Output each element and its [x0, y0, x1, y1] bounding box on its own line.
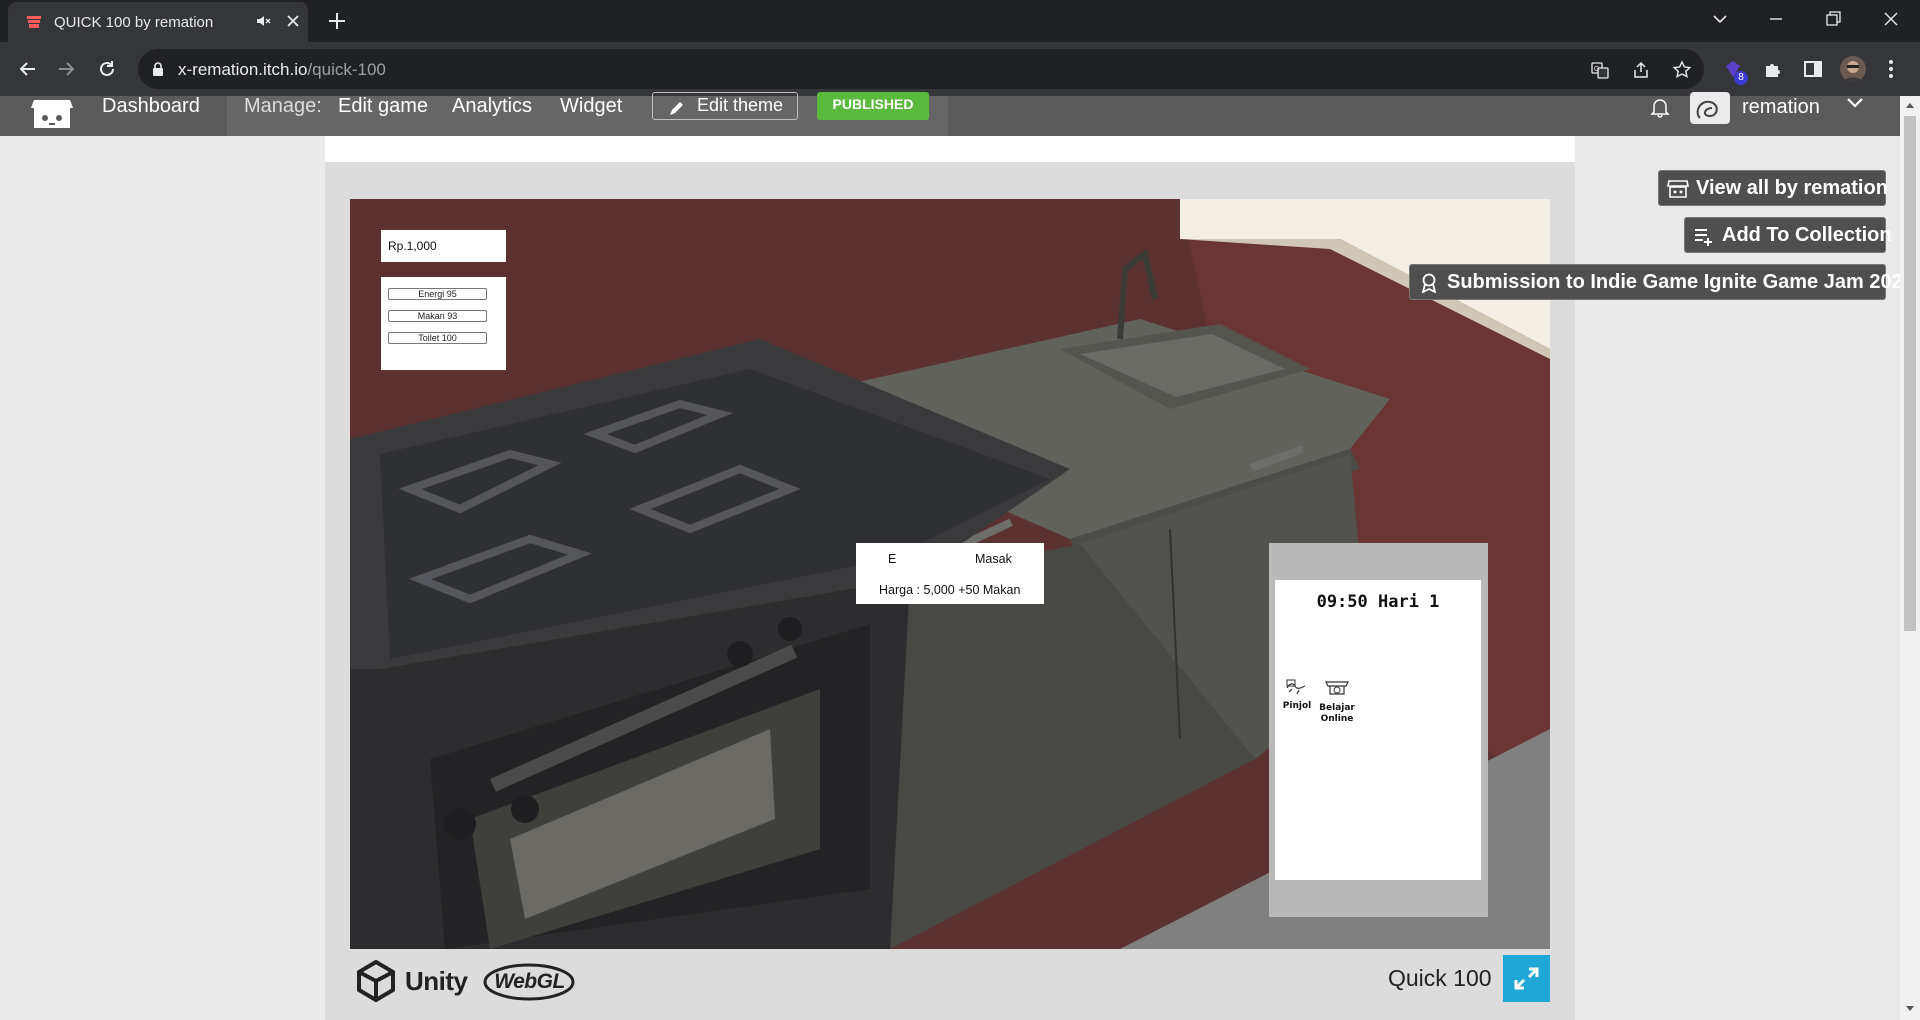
user-menu-chevron-icon[interactable]: [1845, 96, 1865, 110]
prompt-price: Harga : 5,000 +50 Makan: [879, 583, 1021, 597]
speaker-muted-icon[interactable]: [255, 13, 271, 29]
browser-menu-icon[interactable]: [1888, 58, 1894, 80]
game-canvas[interactable]: Rp.1,000 Energi 95 Makan 93 Toilet 100 E…: [350, 199, 1550, 949]
webgl-badge: WebGL: [483, 962, 576, 1002]
stats-panel: Energi 95 Makan 93 Toilet 100: [381, 277, 506, 370]
pencil-icon: [670, 102, 683, 115]
view-all-by-author-button[interactable]: View all by remation: [1658, 170, 1888, 206]
tab-bar: QUICK 100 by remation: [0, 0, 1920, 42]
translate-icon[interactable]: G: [1590, 60, 1610, 80]
fullscreen-button[interactable]: [1503, 955, 1550, 1002]
share-icon[interactable]: [1631, 60, 1651, 80]
energy-bar: Energi 95: [388, 288, 487, 300]
back-icon[interactable]: [16, 58, 38, 80]
profile-avatar[interactable]: [1840, 56, 1866, 82]
add-collection-label: Add To Collection: [1722, 224, 1892, 246]
itch-admin-bar: Dashboard Manage: Edit game Analytics Wi…: [0, 92, 1920, 136]
unity-logo-icon: [357, 959, 395, 1003]
interaction-prompt: E Masak Harga : 5,000 +50 Makan: [856, 543, 1044, 604]
food-bar: Makan 93: [388, 310, 487, 322]
user-avatar[interactable]: [1690, 92, 1730, 124]
url-text: x-remation.itch.io/quick-100: [178, 60, 386, 79]
belajar-online-app[interactable]: Belajar Online: [1315, 676, 1359, 725]
phone-screen: 09:50 Hari 1 Pinjol Belajar Online: [1275, 580, 1481, 880]
prompt-action: Masak: [975, 552, 1012, 566]
published-badge: PUBLISHED: [817, 92, 929, 120]
edit-theme-button[interactable]: Edit theme: [652, 92, 798, 120]
profile-face-icon: [1843, 61, 1863, 82]
award-ribbon-icon: [1421, 273, 1437, 293]
scroll-down-arrow-icon[interactable]: [1904, 1004, 1916, 1014]
itchio-logo-icon[interactable]: [30, 96, 74, 128]
pinjol-app-icon: [1286, 679, 1306, 695]
browser-tab[interactable]: QUICK 100 by remation: [8, 2, 308, 42]
phone-panel: 09:50 Hari 1 Pinjol Belajar Online: [1269, 543, 1488, 917]
playlist-add-icon: [1695, 229, 1712, 246]
restore-icon[interactable]: [1822, 8, 1844, 30]
svg-text:G: G: [1594, 66, 1599, 73]
edit-game-link[interactable]: Edit game: [338, 96, 428, 116]
page-scrollbar[interactable]: [1900, 96, 1920, 1020]
analytics-link[interactable]: Analytics: [452, 96, 532, 116]
forward-icon[interactable]: [56, 58, 78, 80]
tab-search-chevron-icon[interactable]: [1709, 8, 1731, 30]
unity-label: Unity: [405, 966, 468, 996]
extensions-puzzle-icon[interactable]: [1762, 58, 1784, 80]
pinjol-app[interactable]: Pinjol: [1275, 676, 1319, 712]
itchio-favicon-icon: [27, 16, 41, 28]
notifications-bell-icon[interactable]: [1649, 96, 1671, 118]
jam-submission-label: Submission to Indie Game Ignite Game Jam…: [1447, 271, 1914, 293]
scroll-up-arrow-icon[interactable]: [1904, 100, 1916, 110]
edit-theme-label: Edit theme: [697, 95, 784, 115]
scroll-thumb[interactable]: [1904, 116, 1916, 631]
side-panel-icon[interactable]: [1802, 58, 1824, 80]
fullscreen-expand-icon: [1514, 967, 1539, 990]
extension-badge: 8: [1734, 71, 1748, 85]
game-footer: Unity WebGL Quick 100: [350, 949, 1550, 1008]
pinjol-app-label: Pinjol: [1282, 701, 1312, 711]
close-window-icon[interactable]: [1880, 8, 1902, 30]
username-link[interactable]: remation: [1742, 96, 1820, 119]
toilet-bar: Toilet 100: [388, 332, 487, 344]
bookmark-star-icon[interactable]: [1672, 60, 1692, 80]
header-strip: [325, 136, 1575, 162]
add-to-collection-button[interactable]: Add To Collection: [1684, 217, 1892, 253]
new-tab-icon[interactable]: [326, 10, 348, 32]
jam-submission-button[interactable]: Submission to Indie Game Ignite Game Jam…: [1409, 264, 1914, 300]
webgl-label: WebGL: [494, 970, 565, 993]
storefront-icon: [1667, 180, 1689, 198]
belajar-online-app-label: Belajar Online: [1319, 703, 1355, 724]
reload-icon[interactable]: [96, 58, 118, 80]
belajar-online-app-icon: [1325, 681, 1349, 695]
money-display: Rp.1,000: [381, 230, 506, 262]
minimize-icon[interactable]: [1765, 8, 1787, 30]
phone-clock: 09:50 Hari 1: [1316, 592, 1440, 612]
tab-title: QUICK 100 by remation: [54, 14, 214, 31]
game-title: Quick 100: [1388, 965, 1492, 991]
manage-label: Manage:: [244, 95, 322, 117]
close-tab-icon[interactable]: [285, 13, 301, 29]
address-bar[interactable]: x-remation.itch.io/quick-100 G: [138, 49, 1704, 89]
widget-link[interactable]: Widget: [560, 96, 622, 116]
user-avatar-swirl-icon: [1696, 100, 1718, 119]
view-all-label: View all by remation: [1696, 177, 1888, 199]
lock-icon[interactable]: [152, 62, 164, 76]
dashboard-link[interactable]: Dashboard: [102, 96, 200, 136]
browser-toolbar: x-remation.itch.io/quick-100 G 8: [0, 42, 1920, 96]
prompt-key: E: [888, 552, 897, 566]
